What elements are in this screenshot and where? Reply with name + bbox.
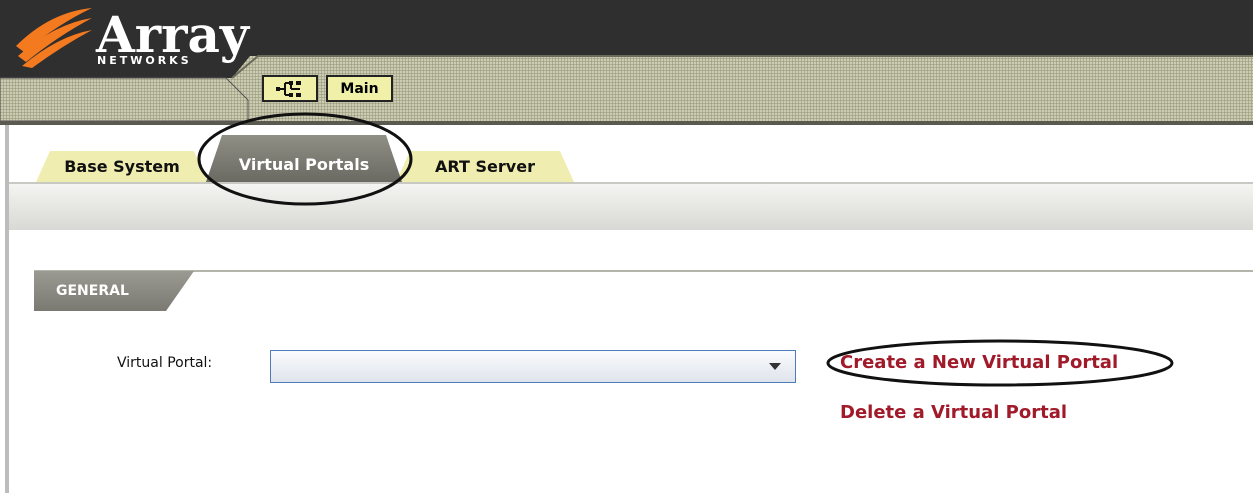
array-networks-logo: Array NETWORKS: [14, 6, 249, 78]
header-bottom-border: [0, 121, 1253, 125]
section-divider: [34, 270, 1253, 272]
logo-subtitle: NETWORKS: [97, 54, 192, 67]
main-button[interactable]: Main: [326, 75, 393, 102]
sub-toolbar: [9, 184, 1253, 230]
virtual-portal-select[interactable]: [270, 350, 796, 383]
tab-virtual-portals[interactable]: Virtual Portals: [206, 135, 402, 182]
tree-hierarchy-icon: [276, 80, 301, 97]
tree-view-button[interactable]: [262, 75, 318, 102]
create-virtual-portal-link[interactable]: Create a New Virtual Portal: [840, 352, 1118, 373]
logo-swoosh-icon: [16, 8, 92, 68]
left-border: [5, 125, 9, 493]
app-header: Array NETWORKS Main: [0, 0, 1253, 125]
section-header-general: GENERAL: [34, 271, 194, 311]
tab-art-server[interactable]: ART Server: [396, 151, 574, 182]
delete-virtual-portal-link[interactable]: Delete a Virtual Portal: [840, 402, 1067, 423]
chevron-down-icon[interactable]: [769, 363, 781, 370]
virtual-portal-label: Virtual Portal:: [117, 355, 213, 371]
tab-base-system[interactable]: Base System: [36, 151, 208, 182]
